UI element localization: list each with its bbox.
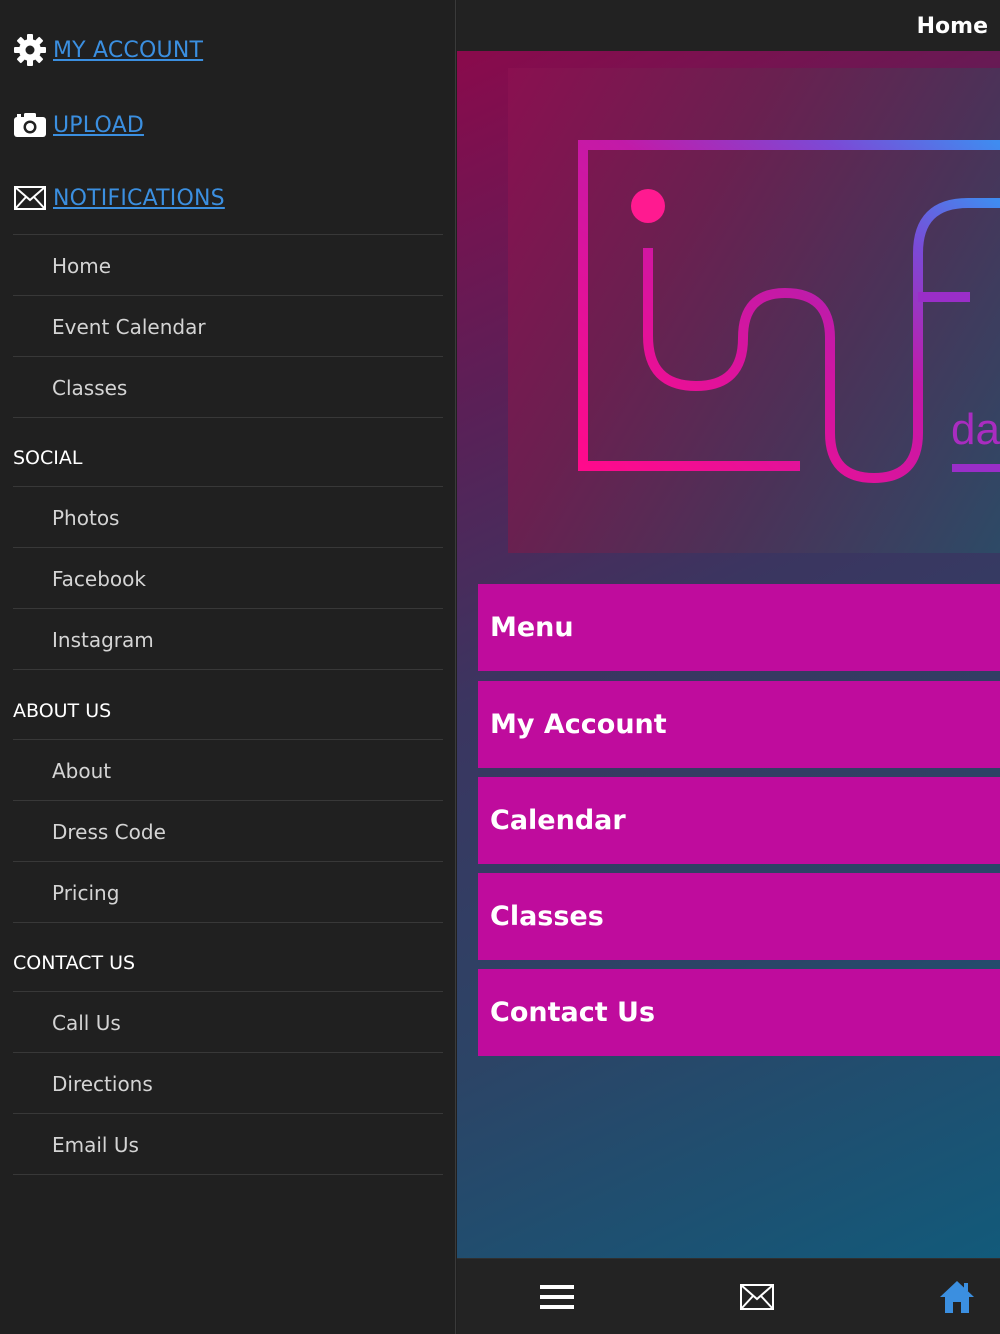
menu-button[interactable]: Menu [478, 584, 1000, 671]
classes-button[interactable]: Classes [478, 873, 1000, 960]
my-account-button[interactable]: My Account [478, 681, 1000, 768]
home-content: da Menu My Account Calendar Classes Cont… [457, 51, 1000, 1258]
upload-label: UPLOAD [53, 112, 144, 138]
notifications-label: NOTIFICATIONS [53, 185, 225, 211]
page-title: Home [916, 14, 988, 39]
sidebar: MY ACCOUNT UPLOAD NOTIFICATIONS Home Eve… [0, 0, 456, 1334]
envelope-icon[interactable] [737, 1277, 777, 1317]
top-bar: Home [457, 0, 1000, 51]
notifications-link[interactable]: NOTIFICATIONS [13, 181, 225, 215]
nav-item-call-us[interactable]: Call Us [13, 992, 443, 1053]
bottom-tab-bar [457, 1258, 1000, 1334]
divider [13, 1174, 443, 1175]
divider [13, 417, 443, 418]
brand-logo: da [508, 68, 1000, 553]
nav-item-event-calendar[interactable]: Event Calendar [13, 296, 443, 357]
section-header-about-us: ABOUT US [13, 700, 112, 722]
calendar-button[interactable]: Calendar [478, 777, 1000, 864]
nav-item-dress-code[interactable]: Dress Code [13, 801, 443, 862]
divider [13, 669, 443, 670]
section-header-contact-us: CONTACT US [13, 952, 136, 974]
menu-icon[interactable] [537, 1277, 577, 1317]
nav-item-email-us[interactable]: Email Us [13, 1114, 443, 1175]
my-account-label: MY ACCOUNT [53, 37, 204, 63]
nav-item-about[interactable]: About [13, 740, 443, 801]
logo-text: da [951, 405, 1000, 454]
nav-item-facebook[interactable]: Facebook [13, 548, 443, 609]
divider [13, 922, 443, 923]
nav-item-home[interactable]: Home [13, 235, 443, 296]
nav-item-directions[interactable]: Directions [13, 1053, 443, 1114]
my-account-link[interactable]: MY ACCOUNT [13, 33, 203, 67]
contact-us-button[interactable]: Contact Us [478, 969, 1000, 1056]
upload-link[interactable]: UPLOAD [13, 108, 144, 142]
nav-item-instagram[interactable]: Instagram [13, 609, 443, 670]
main-panel: Home da Menu My Account Calendar Classes… [457, 0, 1000, 1334]
section-header-social: SOCIAL [13, 447, 83, 469]
nav-item-pricing[interactable]: Pricing [13, 862, 443, 923]
home-icon[interactable] [937, 1277, 977, 1317]
nav-item-photos[interactable]: Photos [13, 487, 443, 548]
camera-icon [13, 108, 47, 142]
envelope-icon [13, 181, 47, 215]
nav-item-classes[interactable]: Classes [13, 357, 443, 418]
gear-icon [13, 33, 47, 67]
